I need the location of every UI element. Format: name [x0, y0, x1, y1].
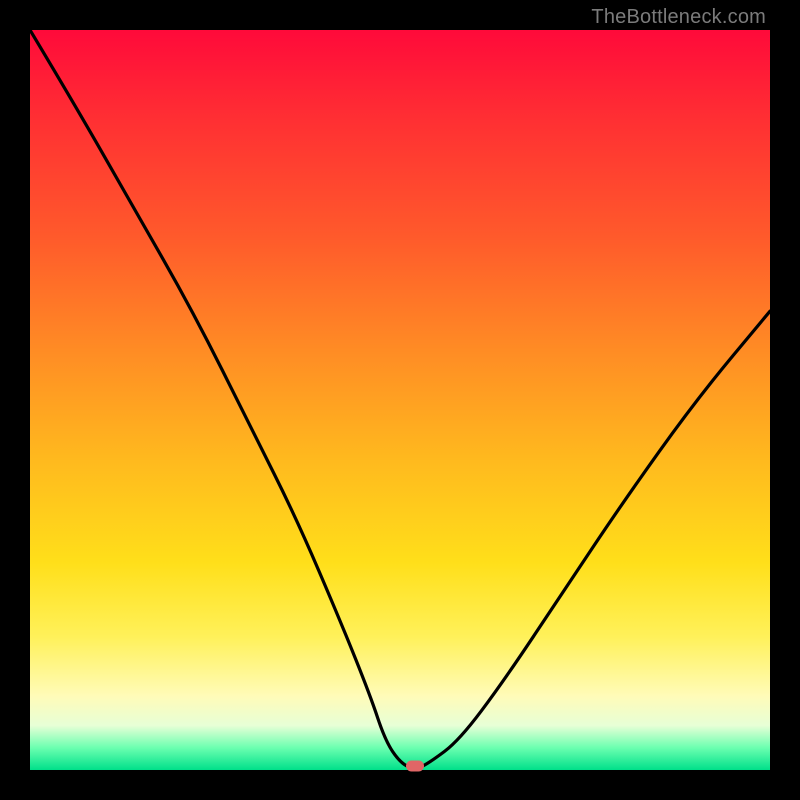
- watermark-text: TheBottleneck.com: [591, 6, 766, 29]
- chart-frame: TheBottleneck.com: [0, 0, 800, 800]
- optimum-marker: [406, 761, 424, 772]
- plot-area: [30, 30, 770, 770]
- bottleneck-curve: [30, 30, 770, 770]
